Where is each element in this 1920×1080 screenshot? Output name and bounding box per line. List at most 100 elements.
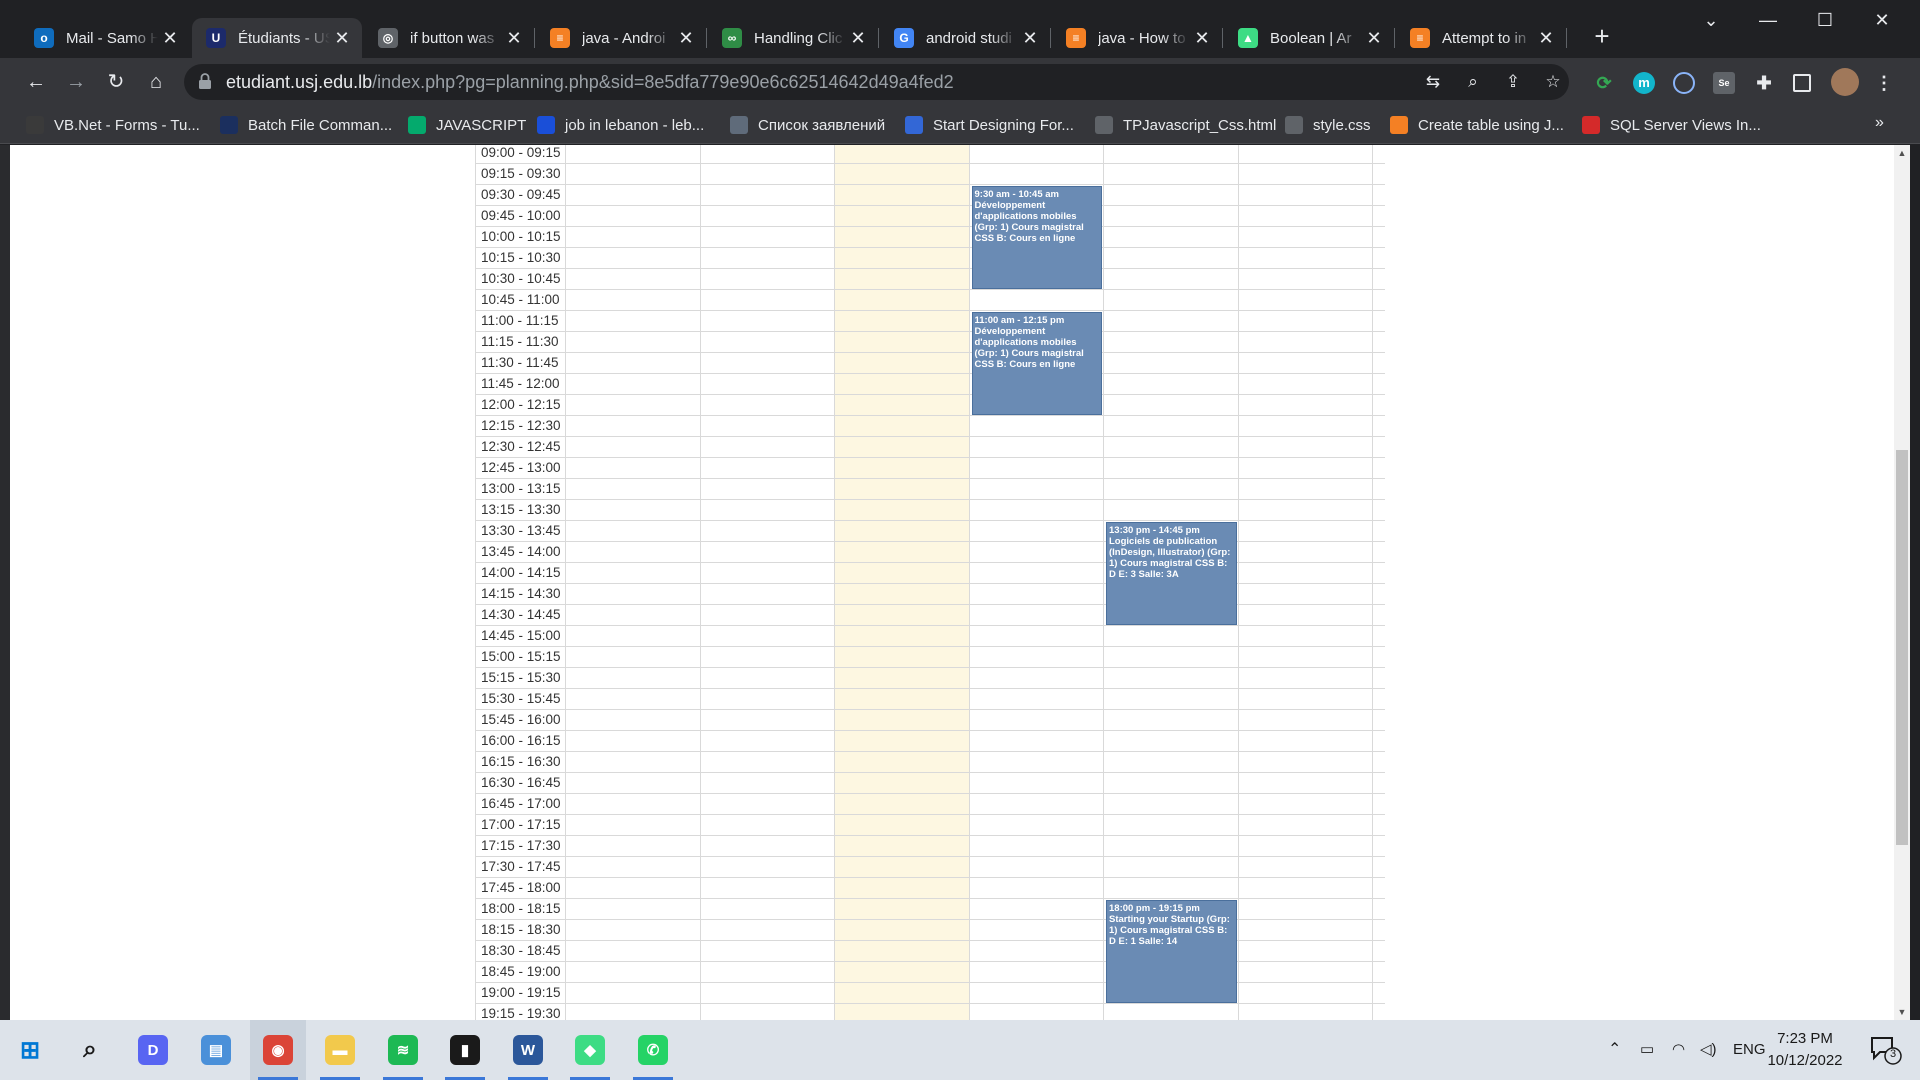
whatsapp-app[interactable]: ✆	[625, 1020, 681, 1080]
menu-kebab-icon[interactable]: ⋮	[1873, 72, 1895, 94]
day-cell[interactable]	[1104, 668, 1239, 688]
day-cell[interactable]	[566, 269, 701, 289]
day-cell[interactable]	[1239, 145, 1373, 163]
day-cell[interactable]	[566, 290, 701, 310]
tab-close-icon[interactable]: ✕	[502, 28, 526, 49]
day-cell[interactable]	[566, 899, 701, 919]
day-cell[interactable]	[701, 962, 835, 982]
day-cell[interactable]	[1239, 521, 1373, 541]
day-cell[interactable]	[701, 353, 835, 373]
day-cell[interactable]	[566, 941, 701, 961]
tab-close-icon[interactable]: ✕	[674, 28, 698, 49]
day-cell[interactable]	[566, 500, 701, 520]
wifi-icon[interactable]: ◠	[1672, 1020, 1685, 1080]
day-cell[interactable]	[701, 605, 835, 625]
tab-8[interactable]: ▲ Boolean | Ar ✕	[1224, 18, 1394, 58]
day-cell[interactable]	[835, 353, 970, 373]
day-cell[interactable]	[970, 668, 1104, 688]
new-tab-button[interactable]: +	[1587, 22, 1617, 52]
day-cell[interactable]	[1239, 731, 1373, 751]
day-cell[interactable]	[970, 563, 1104, 583]
day-cell[interactable]	[1239, 353, 1373, 373]
day-cell[interactable]	[701, 752, 835, 772]
day-cell[interactable]	[701, 395, 835, 415]
day-cell[interactable]	[701, 542, 835, 562]
page-scrollbar[interactable]: ▲ ▼	[1894, 145, 1910, 1020]
day-cell[interactable]	[701, 647, 835, 667]
day-cell[interactable]	[1104, 145, 1239, 163]
share-icon[interactable]: ⇪	[1501, 70, 1525, 94]
day-cell[interactable]	[835, 941, 970, 961]
day-cell[interactable]	[701, 145, 835, 163]
bookmark-item[interactable]: SQL Server Views In...	[1582, 114, 1761, 136]
day-cell[interactable]	[1239, 899, 1373, 919]
day-cell[interactable]	[701, 899, 835, 919]
day-cell[interactable]	[1239, 458, 1373, 478]
day-cell[interactable]	[566, 185, 701, 205]
day-cell[interactable]	[970, 689, 1104, 709]
day-cell[interactable]	[970, 794, 1104, 814]
discord-app[interactable]: D	[125, 1020, 181, 1080]
day-cell[interactable]	[1239, 941, 1373, 961]
day-cell[interactable]	[1104, 773, 1239, 793]
day-cell[interactable]	[970, 290, 1104, 310]
day-cell[interactable]	[970, 920, 1104, 940]
day-cell[interactable]	[1239, 479, 1373, 499]
day-cell[interactable]	[835, 1004, 970, 1020]
day-cell[interactable]	[835, 311, 970, 331]
day-cell[interactable]	[1239, 605, 1373, 625]
day-cell[interactable]	[1104, 731, 1239, 751]
day-cell[interactable]	[566, 145, 701, 163]
day-cell[interactable]	[701, 878, 835, 898]
volume-icon[interactable]: ◁)	[1700, 1020, 1717, 1080]
tab-1[interactable]: o Mail - Samo H ✕	[20, 18, 190, 58]
bookmark-item[interactable]: JAVASCRIPT	[408, 114, 526, 136]
forward-button[interactable]: →	[60, 66, 92, 98]
day-cell[interactable]	[1239, 206, 1373, 226]
sync-extension-icon[interactable]: ⟳	[1593, 72, 1615, 94]
day-cell[interactable]	[1239, 395, 1373, 415]
day-cell[interactable]	[1239, 584, 1373, 604]
day-cell[interactable]	[701, 920, 835, 940]
day-cell[interactable]	[970, 647, 1104, 667]
day-cell[interactable]	[1239, 563, 1373, 583]
day-cell[interactable]	[566, 731, 701, 751]
day-cell[interactable]	[1239, 647, 1373, 667]
tab-close-icon[interactable]: ✕	[158, 28, 182, 49]
day-cell[interactable]	[1239, 815, 1373, 835]
maximize-button[interactable]: ☐	[1797, 0, 1853, 40]
day-cell[interactable]	[835, 731, 970, 751]
day-cell[interactable]	[566, 332, 701, 352]
day-cell[interactable]	[1239, 374, 1373, 394]
day-cell[interactable]	[701, 248, 835, 268]
day-cell[interactable]	[1239, 710, 1373, 730]
day-cell[interactable]	[566, 752, 701, 772]
day-cell[interactable]	[566, 584, 701, 604]
day-cell[interactable]	[1104, 185, 1239, 205]
day-cell[interactable]	[835, 332, 970, 352]
day-cell[interactable]	[1239, 983, 1373, 1003]
day-cell[interactable]	[1104, 500, 1239, 520]
tab-close-icon[interactable]: ✕	[846, 28, 870, 49]
day-cell[interactable]	[970, 521, 1104, 541]
day-cell[interactable]	[835, 857, 970, 877]
day-cell[interactable]	[566, 416, 701, 436]
day-cell[interactable]	[970, 899, 1104, 919]
day-cell[interactable]	[701, 416, 835, 436]
day-cell[interactable]	[1239, 164, 1373, 184]
translate-icon[interactable]: ⇆	[1421, 70, 1445, 94]
day-cell[interactable]	[835, 206, 970, 226]
day-cell[interactable]	[566, 815, 701, 835]
day-cell[interactable]	[970, 458, 1104, 478]
day-cell[interactable]	[835, 374, 970, 394]
day-cell[interactable]	[701, 794, 835, 814]
day-cell[interactable]	[835, 542, 970, 562]
day-cell[interactable]	[566, 689, 701, 709]
day-cell[interactable]	[1239, 542, 1373, 562]
day-cell[interactable]	[566, 962, 701, 982]
day-cell[interactable]	[566, 794, 701, 814]
bookmark-item[interactable]: VB.Net - Forms - Tu...	[26, 114, 200, 136]
day-cell[interactable]	[566, 1004, 701, 1020]
day-cell[interactable]	[566, 353, 701, 373]
day-cell[interactable]	[970, 878, 1104, 898]
